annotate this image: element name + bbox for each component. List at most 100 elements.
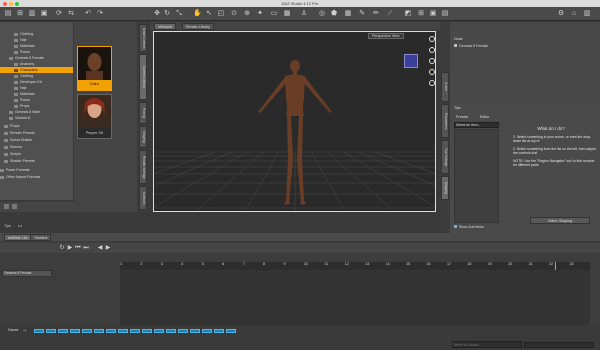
vtab-surfaces[interactable]: Surfaces bbox=[139, 186, 147, 210]
track-selector[interactable]: Genesis 8 Female bbox=[2, 270, 52, 277]
clip-chip[interactable] bbox=[106, 329, 116, 333]
3d-viewport[interactable]: Perspective View bbox=[153, 31, 436, 212]
camera-icon[interactable]: ▭ bbox=[270, 10, 278, 18]
filter-icon[interactable] bbox=[12, 204, 17, 209]
tab-editor[interactable]: Editor bbox=[480, 115, 489, 119]
texture-icon[interactable]: ▦ bbox=[283, 10, 291, 18]
clip-chip[interactable] bbox=[214, 329, 224, 333]
orbit-icon[interactable] bbox=[429, 36, 435, 42]
light-icon[interactable]: ✦ bbox=[256, 10, 264, 18]
tab-animate-lite[interactable]: aniMate Lite bbox=[4, 234, 32, 241]
video-shaping-button[interactable]: Video: Shaping bbox=[530, 217, 590, 224]
play-icon[interactable]: ▶ bbox=[66, 244, 74, 252]
tree-item[interactable]: Other Import Formats bbox=[0, 174, 40, 180]
redo-icon[interactable]: ↷ bbox=[96, 10, 104, 18]
tree-item-selected[interactable]: Characters bbox=[0, 67, 73, 73]
lesson-select[interactable] bbox=[452, 341, 522, 348]
grid-icon[interactable]: ▦ bbox=[344, 10, 352, 18]
timeline-ruler[interactable]: 1 2 3 4 5 6 7 8 9 10 11 12 13 14 15 16 17 18 19 20 21 22 23 bbox=[120, 262, 590, 270]
vtab-scene[interactable]: Scene bbox=[441, 72, 449, 102]
pan-icon[interactable] bbox=[429, 47, 435, 53]
timeline-tracks[interactable] bbox=[120, 270, 590, 325]
figure-icon[interactable]: ♙ bbox=[300, 10, 308, 18]
prev-key-icon[interactable]: ◀ bbox=[96, 244, 104, 252]
geometry-icon[interactable]: ⬟ bbox=[330, 10, 338, 18]
rotate-icon[interactable]: ↻ bbox=[163, 10, 171, 18]
files-icon[interactable]: ▤ bbox=[4, 10, 12, 18]
save-as-icon[interactable]: ▣ bbox=[40, 10, 48, 18]
clip-chip[interactable] bbox=[178, 329, 188, 333]
view-cube-icon[interactable] bbox=[404, 54, 418, 68]
clip-selector[interactable] bbox=[22, 328, 28, 333]
clip-chip[interactable] bbox=[190, 329, 200, 333]
vtab-content-library[interactable]: Content Library bbox=[139, 54, 147, 100]
view-selector[interactable]: Perspective View bbox=[368, 33, 404, 39]
clip-chip[interactable] bbox=[130, 329, 140, 333]
step-back-icon[interactable]: ⏮ bbox=[74, 244, 82, 252]
vtab-shaping[interactable]: Shaping bbox=[441, 176, 449, 200]
clip-chip[interactable] bbox=[46, 329, 56, 333]
clip-chip[interactable] bbox=[82, 329, 92, 333]
clip-chip[interactable] bbox=[94, 329, 104, 333]
thumbnail-pepper[interactable]: Pepper G8 bbox=[77, 94, 112, 139]
playhead[interactable] bbox=[555, 262, 556, 270]
clip-chip[interactable] bbox=[142, 329, 152, 333]
tree-item[interactable]: Scripts bbox=[4, 151, 21, 157]
clip-chip[interactable] bbox=[34, 329, 44, 333]
tree-item[interactable]: Victoria 8 bbox=[9, 115, 30, 121]
select-icon[interactable]: ↖ bbox=[205, 10, 213, 18]
scale-icon[interactable]: ⤡ bbox=[175, 10, 183, 18]
refresh-icon[interactable]: ⟳ bbox=[55, 10, 63, 18]
open-icon[interactable]: ⊞ bbox=[16, 10, 24, 18]
pose-icon[interactable]: ✋ bbox=[193, 10, 202, 18]
home-icon[interactable]: ⌂ bbox=[570, 10, 578, 18]
tree-item[interactable]: Props bbox=[4, 123, 19, 129]
shaping-list[interactable] bbox=[454, 129, 499, 223]
scene-row[interactable]: Genesis 8 Female bbox=[454, 44, 488, 48]
clip-chip[interactable] bbox=[166, 329, 176, 333]
tree-item[interactable]: Shader Presets bbox=[4, 158, 35, 164]
clip-chip[interactable] bbox=[226, 329, 236, 333]
vtab-smart-content[interactable]: Smart Content bbox=[139, 24, 147, 52]
paint-icon[interactable]: ✏ bbox=[372, 10, 380, 18]
render-settings-icon[interactable]: ◩ bbox=[404, 10, 412, 18]
clip-chip[interactable] bbox=[58, 329, 68, 333]
region-icon[interactable]: ◰ bbox=[217, 10, 225, 18]
tab-viewport[interactable]: Viewport bbox=[154, 23, 176, 30]
layout-switch-icon[interactable]: ▥ bbox=[583, 10, 591, 18]
thumbnail-eden[interactable]: Eden bbox=[77, 46, 112, 91]
clip-chip[interactable] bbox=[202, 329, 212, 333]
menu-icon[interactable] bbox=[4, 204, 9, 209]
loop-icon[interactable]: ↻ bbox=[58, 244, 66, 252]
frame-icon[interactable] bbox=[429, 80, 435, 86]
tree-item[interactable]: Poser Formats bbox=[0, 167, 30, 173]
save-icon[interactable]: ▥ bbox=[28, 10, 36, 18]
settings-icon[interactable]: ⚙ bbox=[557, 10, 565, 18]
show-sub-items-checkbox[interactable]: Show Sub Items bbox=[454, 225, 484, 229]
dolly-icon[interactable] bbox=[429, 69, 435, 75]
clip-chip[interactable] bbox=[70, 329, 80, 333]
tab-render-library[interactable]: Render Library bbox=[182, 23, 214, 30]
tab-timeline[interactable]: Timeline bbox=[30, 234, 52, 241]
brush-icon[interactable]: ⟋ bbox=[386, 10, 394, 18]
step-forward-icon[interactable]: ⏭ bbox=[82, 244, 90, 252]
share-icon[interactable]: ⇆ bbox=[67, 10, 75, 18]
next-key-icon[interactable]: ▶ bbox=[104, 244, 112, 252]
tree-item[interactable]: Render Presets bbox=[4, 130, 35, 136]
undo-icon[interactable]: ↶ bbox=[84, 10, 92, 18]
joint-icon[interactable]: ⊙ bbox=[230, 10, 238, 18]
tab-presets[interactable]: Presets bbox=[456, 115, 468, 119]
move-icon[interactable]: ✥ bbox=[153, 10, 161, 18]
node-icon[interactable]: ⊕ bbox=[243, 10, 251, 18]
tree-item[interactable]: Scene Builder bbox=[4, 137, 32, 143]
item-select[interactable]: Select an Item... bbox=[454, 122, 499, 128]
layout-icon[interactable]: ⊞ bbox=[417, 10, 425, 18]
zoom-icon[interactable] bbox=[429, 58, 435, 64]
preview-icon[interactable]: ▣ bbox=[429, 10, 437, 18]
vtab-parameters[interactable]: Parameters bbox=[441, 104, 449, 138]
tab-lo-bottom[interactable]: Lo bbox=[18, 224, 22, 228]
tree-item[interactable]: Scenes bbox=[4, 144, 22, 150]
tab-tips[interactable]: Tips bbox=[454, 106, 461, 110]
render-icon[interactable]: ◎ bbox=[318, 10, 326, 18]
tab-tips-bottom[interactable]: Tips bbox=[4, 224, 11, 228]
